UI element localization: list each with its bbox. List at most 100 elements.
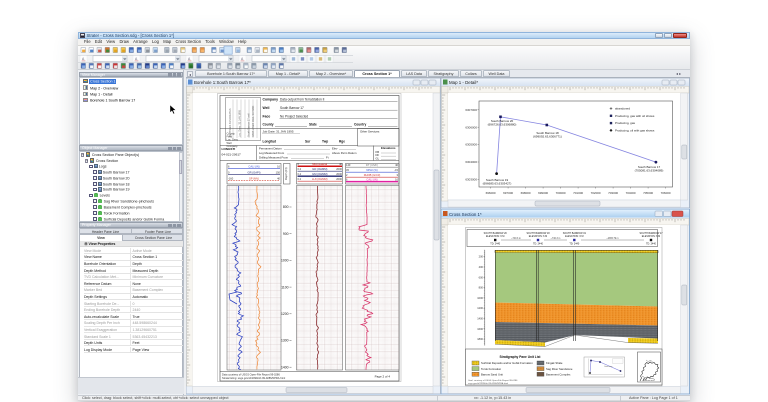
svg-text:Map 1 - Detail*: Map 1 - Detail*	[449, 80, 478, 85]
svg-text:ELEVATION: 6 M: ELEVATION: 6 M	[642, 235, 660, 238]
svg-text:Longitud: Longitud	[263, 140, 277, 144]
svg-text:Producing, oil with gas shows: Producing, oil with gas shows	[615, 129, 655, 133]
svg-text:(705081.63,6304089): (705081.63,6304089)	[635, 168, 664, 172]
svg-text:Depth (Ft): Depth (Ft)	[284, 167, 288, 180]
svg-text:150: 150	[276, 171, 281, 175]
svg-text:Other Services:: Other Services:	[360, 130, 380, 134]
svg-text:(699092.63,6306771): (699092.63,6306771)	[533, 134, 562, 138]
svg-text:Barrow area: Barrow area	[644, 380, 656, 382]
svg-text:Page 2 of 4: Page 2 of 4	[375, 375, 391, 379]
svg-text:Geol. courtesy of USGS Open-Fi: Geol. courtesy of USGS Open-File Report …	[468, 379, 518, 382]
svg-text:South Barrow 17: South Barrow 17	[280, 106, 304, 110]
svg-text:Well: Well	[263, 106, 270, 110]
svg-text:704000: 704000	[626, 191, 636, 195]
svg-text:1400: 1400	[281, 365, 289, 369]
svg-text:698000: 698000	[521, 191, 531, 195]
svg-text:DT (US/F): DT (US/F)	[366, 163, 378, 167]
svg-text:Basement Complex: Basement Complex	[546, 372, 571, 376]
svg-text:6306000: 6306000	[465, 125, 477, 129]
svg-text:~2365.79 m: ~2365.79 m	[606, 238, 618, 240]
svg-text:6304000: 6304000	[465, 160, 477, 164]
svg-text:Barrow Sand Unit: Barrow Sand Unit	[481, 372, 503, 376]
svg-text:1100: 1100	[281, 285, 288, 289]
svg-text:1300: 1300	[281, 339, 289, 343]
svg-text:696000: 696000	[486, 191, 496, 195]
svg-text:Face: Face	[263, 115, 271, 119]
svg-text:Ft: Ft	[326, 156, 329, 160]
svg-text:1600: 1600	[477, 327, 483, 331]
svg-text:DATA LINER OGIL SCHMID: DATA LINER OGIL SCHMID	[252, 105, 255, 137]
svg-text:GL: GL	[376, 156, 380, 160]
svg-text:TD: 2440: TD: 2440	[490, 243, 501, 246]
svg-text:Country: Country	[354, 123, 366, 127]
svg-text:6307000: 6307000	[465, 108, 477, 112]
svg-text:(696726.63,6306880): (696726.63,6306880)	[488, 122, 517, 126]
svg-text:State: State	[309, 123, 317, 127]
svg-text:04-021-20617: 04-021-20617	[222, 153, 242, 157]
svg-text:Surficial Deposits and/or Gubi: Surficial Deposits and/or Gubik Formatio…	[481, 361, 533, 365]
svg-text:Loc. Desc. 31 JAN 1995: Loc. Desc. 31 JAN 1995	[238, 109, 241, 137]
svg-text:Log Measured From: Log Measured From	[259, 151, 285, 155]
svg-text:TD: 2440: TD: 2440	[569, 243, 580, 246]
svg-text:0.2: 0.2	[298, 172, 302, 176]
svg-text:TD: 2440: TD: 2440	[646, 243, 657, 246]
svg-text:1400: 1400	[477, 317, 483, 321]
svg-text:Producing, gas with oil shows: Producing, gas with oil shows	[615, 114, 655, 118]
svg-text:800: 800	[283, 205, 289, 209]
svg-text:697000: 697000	[503, 191, 513, 195]
svg-text:1800: 1800	[477, 337, 483, 341]
svg-text:RHOB (G/C3): RHOB (G/C3)	[364, 173, 381, 177]
svg-text:1000: 1000	[477, 296, 483, 300]
svg-text:(696685.63,6303427): (696685.63,6303427)	[483, 181, 512, 185]
svg-text:ELEVATION: 6 M: ELEVATION: 6 M	[486, 235, 504, 238]
svg-text:Kingak Shale: Kingak Shale	[546, 361, 563, 365]
svg-text:2000: 2000	[336, 177, 342, 181]
svg-text:Elev: Elev	[332, 147, 338, 151]
svg-text:Permanent Datum: Permanent Datum	[259, 147, 282, 151]
svg-text:1000: 1000	[281, 259, 289, 263]
svg-text:No Project Selected: No Project Selected	[280, 115, 308, 119]
svg-text:Sur: Sur	[305, 140, 311, 144]
svg-text:Sag River Sandstone: Sag River Sandstone	[546, 367, 573, 371]
svg-text:~740.3 m: ~740.3 m	[551, 238, 561, 240]
svg-text:200: 200	[479, 255, 484, 259]
svg-text:~740.3 m: ~740.3 m	[511, 238, 521, 240]
svg-text:Above Perm Datum: Above Perm Datum	[332, 151, 357, 155]
svg-text:Drilling Measured From: Drilling Measured From	[259, 156, 289, 160]
svg-text:Company: Company	[263, 98, 279, 102]
svg-text:701000: 701000	[573, 191, 583, 195]
svg-text:0.2: 0.2	[298, 177, 302, 181]
svg-text:Cross Section 1*: Cross Section 1*	[449, 212, 482, 217]
svg-text:-15: -15	[394, 168, 398, 172]
svg-text:MicroLateral: MicroLateral	[312, 162, 327, 166]
svg-text:GR (GAPI): GR (GAPI)	[248, 171, 261, 175]
svg-text:Stratigraphy Pane Unit List: Stratigraphy Pane Unit List	[500, 355, 542, 359]
svg-text:0.2: 0.2	[298, 167, 302, 171]
svg-text:703000: 703000	[608, 191, 618, 195]
svg-text:2000: 2000	[336, 167, 342, 171]
svg-text:Overview: Overview	[604, 366, 613, 368]
svg-text:705000: 705000	[643, 191, 653, 195]
svg-text:South Barrow 17 well: South Barrow 17 well	[247, 113, 250, 137]
svg-text:-160: -160	[228, 177, 234, 181]
svg-text:900: 900	[283, 232, 289, 236]
svg-text:ELEVATION: 6 M: ELEVATION: 6 M	[529, 235, 547, 238]
svg-text:600: 600	[479, 275, 484, 279]
svg-text:699000: 699000	[538, 191, 548, 195]
svg-text:Elevations: Elevations	[381, 146, 396, 150]
svg-text:usgs.gov/of/1999/ofr-99-0286/N: usgs.gov/of/1999/ofr-99-0286/NPRA.html	[468, 382, 509, 385]
svg-text:ILM (OHMM): ILM (OHMM)	[312, 172, 328, 176]
svg-text:700000: 700000	[556, 191, 566, 195]
svg-text:Rge: Rge	[339, 140, 345, 144]
svg-text:6305000: 6305000	[465, 143, 477, 147]
svg-text:Strata listing: usgs.gov/of/19: Strata listing: usgs.gov/of/1999/ofr-99-…	[222, 376, 286, 380]
svg-text:2000: 2000	[336, 172, 342, 176]
svg-text:abandoned: abandoned	[615, 107, 630, 111]
svg-text:1200: 1200	[477, 306, 483, 310]
svg-text:County: County	[263, 123, 274, 127]
svg-text:6303000: 6303000	[465, 178, 477, 182]
svg-text:706000: 706000	[661, 191, 671, 195]
svg-text:702000: 702000	[591, 191, 601, 195]
svg-text:140: 140	[346, 163, 351, 167]
svg-text:LONGSTI: LONGSTI	[222, 147, 236, 151]
